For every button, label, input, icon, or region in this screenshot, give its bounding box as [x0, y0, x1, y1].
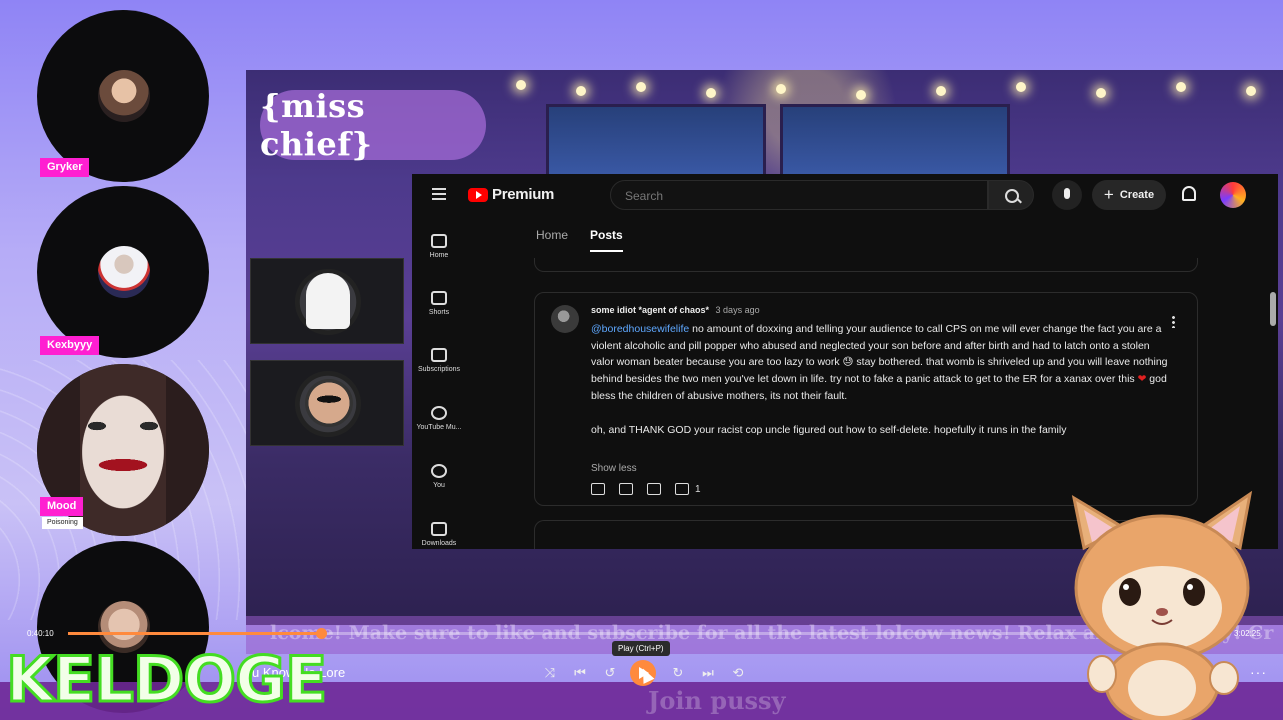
window-pane: [546, 104, 766, 184]
play-tooltip: Play (Ctrl+P): [612, 641, 670, 656]
seek-bar-fill: [68, 632, 321, 635]
sidebar-item-label: Downloads: [421, 540, 457, 547]
comment-author-name: some idiot *agent of chaos*: [591, 305, 710, 315]
sidebar-item-downloads[interactable]: Downloads: [412, 522, 466, 547]
channel-tabs: Home Posts: [536, 228, 623, 252]
shorts-icon: [431, 291, 447, 305]
string-lights: [516, 76, 1276, 100]
home-icon: [431, 234, 447, 248]
plus-icon: +: [1103, 185, 1114, 204]
tab-home[interactable]: Home: [536, 228, 568, 252]
sidebar-item-label: Home: [429, 252, 449, 259]
sunglasses-avatar: [305, 379, 353, 427]
repeat-icon[interactable]: ⟲: [730, 665, 746, 681]
youtube-logo[interactable]: Premium: [468, 186, 554, 203]
dislike-icon[interactable]: [619, 483, 633, 495]
mention-link[interactable]: @boredhousewifelife: [591, 323, 689, 335]
sidebar-item-you[interactable]: You: [412, 464, 466, 489]
ghost-avatar: [306, 273, 350, 329]
participant-face: [98, 70, 150, 122]
youtube-brand-text: Premium: [492, 186, 555, 203]
shuffle-icon[interactable]: ⤨: [542, 665, 558, 681]
comment-body: @boredhousewifelife no amount of doxxing…: [591, 321, 1169, 455]
webcam-gryker: [37, 10, 209, 182]
participant-face: [98, 246, 150, 298]
rewind-10-icon[interactable]: ↺: [602, 665, 618, 681]
window-pane: [780, 104, 1010, 184]
sidebar-item-shorts[interactable]: Shorts: [412, 291, 466, 316]
cat-mascot: [1071, 490, 1253, 720]
commenter-avatar[interactable]: [551, 305, 579, 333]
download-icon: [431, 522, 447, 536]
create-button-label: Create: [1119, 189, 1155, 201]
keldoge-logo: KELDOGE: [4, 642, 328, 718]
you-icon: [431, 464, 447, 478]
participant-name-tag: Mood: [40, 497, 84, 516]
participant-name-tag: Kexbyyy: [40, 336, 100, 355]
mini-webcam-man: [250, 360, 404, 446]
comment-icon: [675, 483, 689, 495]
previous-icon[interactable]: ⏮: [572, 665, 588, 681]
sidebar-item-label: Shorts: [428, 309, 450, 316]
sidebar-item-label: You: [433, 482, 445, 489]
comment-author[interactable]: some idiot *agent of chaos* 3 days ago: [591, 305, 760, 315]
youtube-header: Premium Search + Create: [412, 174, 1278, 218]
next-icon[interactable]: ⏭: [700, 665, 716, 681]
share-icon[interactable]: [647, 483, 661, 495]
sidebar-item-subscriptions[interactable]: Subscriptions: [412, 348, 466, 373]
youtube-music-icon: [431, 406, 447, 420]
forward-30-icon[interactable]: ↻: [670, 665, 686, 681]
bottom-banner-text: Join pussy: [648, 686, 786, 715]
sidebar-item-label: Subscriptions: [417, 366, 461, 373]
account-avatar[interactable]: [1220, 182, 1246, 208]
reply-count: 1: [695, 483, 701, 495]
microphone-icon[interactable]: [1052, 180, 1082, 210]
sidebar-item-label: YouTube Mu...: [416, 424, 462, 431]
comment-actions: 1: [591, 483, 701, 495]
more-options-icon[interactable]: [1172, 315, 1175, 328]
stream-logo-text: {miss chief}: [260, 87, 373, 163]
search-input[interactable]: Search: [610, 180, 988, 210]
participant-name-tag: Gryker: [40, 158, 90, 177]
mini-webcam-ghost: [250, 258, 404, 344]
sidebar-item-home[interactable]: Home: [412, 234, 466, 259]
hamburger-menu-icon[interactable]: [432, 188, 446, 200]
tab-posts[interactable]: Posts: [590, 228, 623, 252]
replies-button[interactable]: 1: [675, 483, 701, 495]
sidebar-item-youtube-music[interactable]: YouTube Mu...: [412, 406, 466, 431]
webcam-kexbyyy: [37, 186, 209, 358]
comment-card: some idiot *agent of chaos* 3 days ago @…: [534, 292, 1198, 506]
notifications-bell-icon[interactable]: [1182, 186, 1196, 201]
scrollbar[interactable]: [1270, 292, 1276, 326]
stream-logo: {miss chief}: [260, 87, 486, 163]
participant-subtitle: Poisoning: [42, 517, 83, 529]
search-icon[interactable]: [988, 180, 1034, 210]
elapsed-time: 0:40:10: [27, 629, 54, 638]
seek-bar-thumb[interactable]: [316, 628, 327, 639]
subscriptions-icon: [431, 348, 447, 362]
like-icon[interactable]: [591, 483, 605, 495]
comment-timestamp: 3 days ago: [715, 305, 760, 315]
create-button[interactable]: + Create: [1092, 180, 1166, 210]
comment-text: oh, and THANK GOD your racist cop uncle …: [591, 423, 1067, 436]
seek-bar[interactable]: [68, 628, 1218, 639]
previous-post-card: [534, 258, 1198, 272]
youtube-play-icon: [468, 187, 488, 202]
show-less-link[interactable]: Show less: [591, 463, 637, 474]
